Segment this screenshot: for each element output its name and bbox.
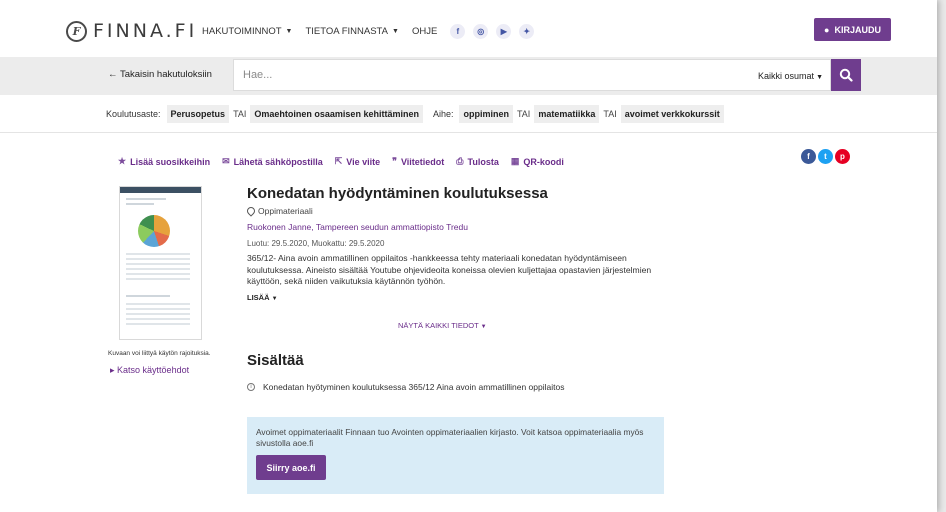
filter-chip[interactable]: oppiminen	[459, 105, 513, 123]
action-label: Vie viite	[346, 156, 381, 167]
record-format: Oppimateriaali	[245, 205, 313, 217]
record-title: Konedatan hyödyntäminen koulutuksessa	[247, 185, 548, 202]
twitter-icon[interactable]: ✦	[519, 24, 535, 39]
instagram-icon[interactable]: ◎	[473, 24, 489, 39]
logo-mark-icon: F	[66, 20, 87, 42]
logo-text: FINNA.FI	[93, 20, 198, 42]
contents-item[interactable]: i Konedatan hyötyminen koulutuksessa 365…	[247, 382, 564, 392]
aoe-info-box: Avoimet oppimateriaalit Finnaan tuo Avoi…	[247, 417, 664, 494]
location-pin-icon	[245, 205, 257, 217]
image-restriction-note: Kuvaan voi liittyä käytön rajoituksia.	[108, 350, 211, 357]
finna-logo[interactable]: F FINNA.FI	[66, 20, 197, 42]
show-all-details-link[interactable]: NÄYTÄ KAIKKI TIEDOT ▼	[398, 321, 487, 330]
cite-link[interactable]: ❞ Viitetiedot	[392, 156, 444, 167]
export-icon: ⇱	[334, 156, 343, 166]
go-to-aoe-button[interactable]: Siirry aoe.fi	[256, 455, 326, 480]
search-scope-value: Kaikki osumat	[758, 71, 815, 81]
search-placeholder: Hae...	[243, 69, 273, 81]
quote-icon: ❞	[392, 156, 397, 166]
record-thumbnail[interactable]	[119, 186, 202, 340]
chevron-down-icon: ▼	[271, 296, 278, 302]
filter-or: TAI	[603, 109, 617, 119]
filter-chip[interactable]: Omaehtoinen osaamisen kehittäminen	[250, 105, 423, 123]
chevron-down-icon: ▼	[816, 74, 823, 81]
terms-label: Katso käyttöehdot	[117, 365, 190, 375]
nav-label: OHJE	[411, 26, 438, 37]
filter-or: TAI	[233, 109, 247, 119]
filter-label-topic: Aihe:	[432, 109, 454, 119]
qr-icon: ▦	[510, 156, 520, 166]
user-icon: ●	[824, 24, 830, 35]
filter-chip[interactable]: avoimet verkkokurssit	[620, 105, 724, 123]
social-links: f ◎ ▶ ✦	[450, 24, 542, 39]
filter-or: TAI	[516, 109, 531, 119]
info-icon: i	[247, 383, 255, 391]
search-button[interactable]	[831, 59, 861, 91]
print-link[interactable]: ⎙ Tulosta	[456, 156, 499, 167]
main-nav: HAKUTOIMINNOT ▼ TIETOA FINNASTA ▼ OHJE f…	[202, 24, 542, 39]
show-all-label: NÄYTÄ KAIKKI TIEDOT	[398, 321, 479, 330]
filter-label-level: Koulutusaste:	[106, 109, 161, 119]
arrow-left-icon: ←	[108, 69, 120, 80]
caret-right-icon: ▸	[110, 365, 118, 375]
action-label: Lähetä sähköpostilla	[233, 156, 323, 167]
login-button[interactable]: ● KIRJAUDU	[814, 18, 891, 41]
thumbnail-header-bar	[120, 187, 201, 193]
share-facebook-icon[interactable]: f	[801, 149, 816, 164]
more-label: LISÄÄ	[247, 293, 270, 302]
share-buttons: f t p	[799, 149, 850, 164]
facebook-icon[interactable]: f	[450, 24, 466, 39]
nav-label: HAKUTOIMINNOT	[202, 26, 282, 37]
export-link[interactable]: ⇱ Vie viite	[335, 156, 380, 167]
action-label: Lisää suosikkeihin	[130, 156, 211, 167]
nav-hakutoiminnot[interactable]: HAKUTOIMINNOT ▼	[202, 26, 292, 37]
share-twitter-icon[interactable]: t	[818, 149, 833, 164]
contents-heading: Sisältää	[247, 352, 304, 369]
contents-item-label: Konedatan hyötyminen koulutuksessa 365/1…	[263, 382, 565, 392]
chevron-down-icon: ▼	[392, 28, 399, 35]
search-icon	[839, 68, 853, 82]
nav-ohje[interactable]: OHJE	[412, 26, 437, 37]
action-label: Tulosta	[467, 156, 499, 167]
terms-of-use-link[interactable]: ▸ Katso käyttöehdot	[110, 365, 189, 376]
login-label: KIRJAUDU	[834, 24, 881, 35]
chevron-down-icon: ▼	[480, 324, 487, 330]
record-authors-link[interactable]: Ruokonen Janne, Tampereen seudun ammatti…	[247, 222, 468, 232]
share-pinterest-icon[interactable]: p	[835, 149, 850, 164]
site-header: F FINNA.FI HAKUTOIMINNOT ▼ TIETOA FINNAS…	[0, 0, 937, 57]
active-filters: Koulutusaste: Perusopetus TAI Omaehtoine…	[0, 95, 937, 133]
search-band: ← Takaisin hakutuloksiin Hae... Kaikki o…	[0, 57, 937, 95]
record-actions: ★ Lisää suosikkeihin ✉ Lähetä sähköpostill…	[118, 156, 576, 167]
email-link[interactable]: ✉ Lähetä sähköpostilla	[222, 156, 323, 167]
email-icon: ✉	[222, 156, 230, 166]
filter-chip[interactable]: matematiikka	[534, 105, 600, 123]
record-dates: Luotu: 29.5.2020, Muokattu: 29.5.2020	[247, 239, 385, 248]
search-input[interactable]: Hae... Kaikki osumat ▼	[233, 59, 831, 91]
qr-code-link[interactable]: ▦ QR-koodi	[511, 156, 564, 167]
chevron-down-icon: ▼	[285, 28, 293, 35]
aoe-info-text: Avoimet oppimateriaalit Finnaan tuo Avoi…	[256, 427, 644, 448]
action-label: QR-koodi	[523, 156, 564, 167]
print-icon: ⎙	[456, 156, 464, 166]
youtube-icon[interactable]: ▶	[496, 24, 512, 39]
thumbnail-pie-chart	[138, 215, 170, 247]
add-favorite-link[interactable]: ★ Lisää suosikkeihin	[118, 156, 210, 167]
back-label: Takaisin hakutuloksiin	[119, 69, 212, 80]
more-toggle[interactable]: LISÄÄ ▼	[247, 293, 278, 302]
star-icon: ★	[118, 156, 127, 166]
nav-tietoa-finnasta[interactable]: TIETOA FINNASTA ▼	[305, 26, 398, 37]
back-to-results-link[interactable]: ← Takaisin hakutuloksiin	[108, 69, 212, 80]
filter-chip[interactable]: Perusopetus	[166, 105, 230, 123]
page: F FINNA.FI HAKUTOIMINNOT ▼ TIETOA FINNAS…	[0, 0, 937, 512]
nav-label: TIETOA FINNASTA	[305, 26, 388, 37]
record-description: 365/12- Aina avoin ammatillinen oppilait…	[247, 253, 652, 286]
search-scope-select[interactable]: Kaikki osumat ▼	[758, 71, 823, 81]
record-format-label: Oppimateriaali	[258, 206, 313, 216]
action-label: Viitetiedot	[400, 156, 445, 167]
